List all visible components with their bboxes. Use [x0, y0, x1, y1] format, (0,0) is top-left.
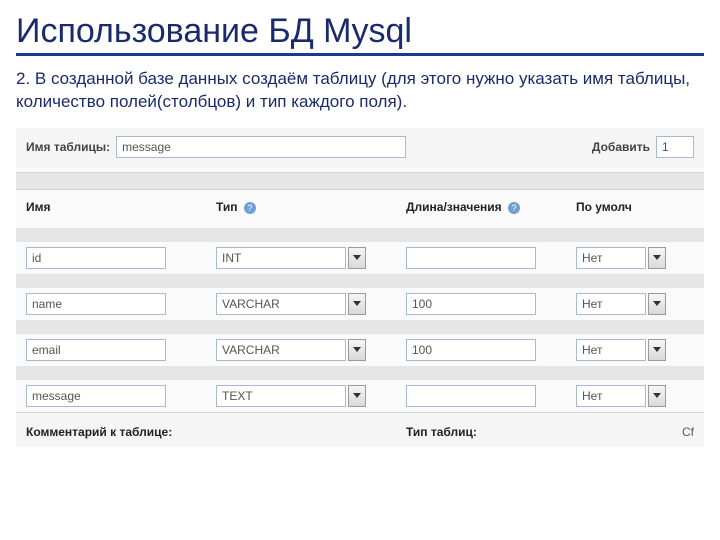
- help-icon[interactable]: ?: [244, 202, 256, 214]
- table-type-label: Тип таблиц:: [406, 425, 566, 439]
- header-type: Тип ?: [216, 200, 406, 214]
- field-name-input[interactable]: [26, 293, 166, 315]
- field-default-select[interactable]: [576, 385, 646, 407]
- dropdown-icon[interactable]: [648, 339, 666, 361]
- header-default: По умолч: [576, 200, 694, 214]
- add-columns-label: Добавить: [592, 140, 650, 154]
- field-type-select[interactable]: [216, 293, 346, 315]
- table-name-input[interactable]: [116, 136, 406, 158]
- field-row: [16, 288, 704, 320]
- field-type-select[interactable]: [216, 339, 346, 361]
- separator: [16, 366, 704, 380]
- dropdown-icon[interactable]: [348, 339, 366, 361]
- field-row: [16, 380, 704, 412]
- field-default-select[interactable]: [576, 339, 646, 361]
- slide-description: 2. В созданной базе данных создаём табли…: [16, 68, 704, 114]
- field-name-input[interactable]: [26, 339, 166, 361]
- footer-row: Комментарий к таблице: Тип таблиц: Сf: [16, 412, 704, 447]
- field-row: [16, 334, 704, 366]
- add-columns-input[interactable]: [656, 136, 694, 158]
- field-type-select[interactable]: [216, 385, 346, 407]
- table-type-value: Сf: [566, 425, 694, 439]
- dropdown-icon[interactable]: [348, 247, 366, 269]
- help-icon[interactable]: ?: [508, 202, 520, 214]
- field-row: [16, 242, 704, 274]
- field-length-input[interactable]: [406, 247, 536, 269]
- header-name: Имя: [26, 200, 216, 214]
- field-default-select[interactable]: [576, 293, 646, 315]
- field-type-select[interactable]: [216, 247, 346, 269]
- field-name-input[interactable]: [26, 385, 166, 407]
- dropdown-icon[interactable]: [648, 385, 666, 407]
- separator: [16, 228, 704, 242]
- slide-title: Использование БД Mysql: [16, 12, 704, 51]
- separator: [16, 274, 704, 288]
- dropdown-icon[interactable]: [648, 293, 666, 315]
- separator: [16, 172, 704, 190]
- header-length: Длина/значения ?: [406, 200, 576, 214]
- title-underline: [16, 53, 704, 56]
- dropdown-icon[interactable]: [348, 293, 366, 315]
- phpmyadmin-panel: Имя таблицы: Добавить Имя Тип ? Длина/зн…: [16, 128, 704, 447]
- column-headers: Имя Тип ? Длина/значения ? По умолч: [16, 190, 704, 228]
- dropdown-icon[interactable]: [348, 385, 366, 407]
- table-name-label: Имя таблицы:: [26, 140, 110, 154]
- field-default-select[interactable]: [576, 247, 646, 269]
- field-length-input[interactable]: [406, 339, 536, 361]
- field-name-input[interactable]: [26, 247, 166, 269]
- field-length-input[interactable]: [406, 293, 536, 315]
- table-comment-label: Комментарий к таблице:: [26, 425, 406, 439]
- dropdown-icon[interactable]: [648, 247, 666, 269]
- field-length-input[interactable]: [406, 385, 536, 407]
- table-name-row: Имя таблицы: Добавить: [16, 128, 704, 168]
- separator: [16, 320, 704, 334]
